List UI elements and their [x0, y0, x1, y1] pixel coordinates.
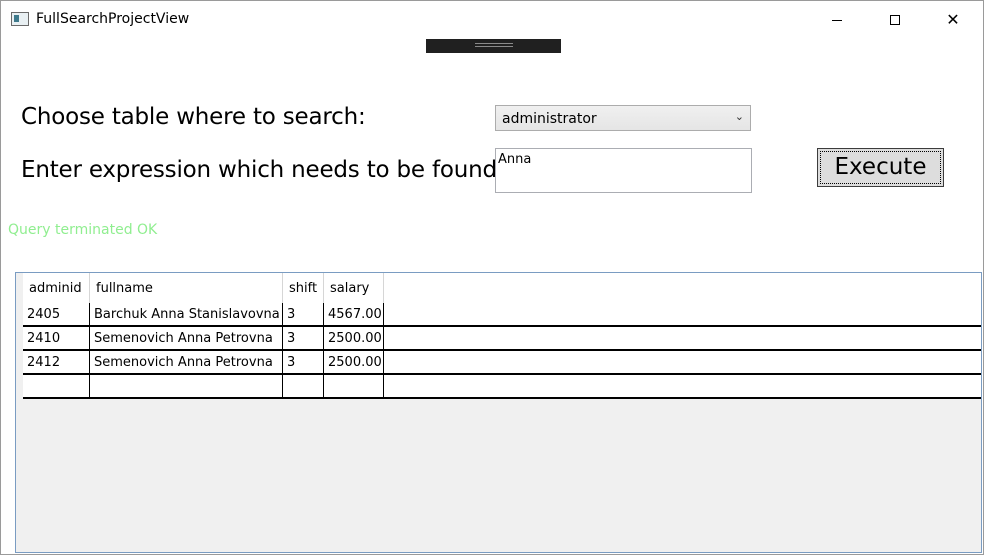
cell-shift[interactable]: 3 [283, 351, 324, 373]
close-icon: ✕ [946, 10, 960, 29]
table-row[interactable]: 2412 Semenovich Anna Petrovna 3 2500.00 [23, 351, 981, 375]
chevron-down-icon: ⌄ [734, 110, 744, 123]
cell-shift[interactable]: 3 [283, 327, 324, 349]
debug-toolbar-handle[interactable] [426, 39, 561, 53]
cell-fullname[interactable]: Semenovich Anna Petrovna [90, 351, 283, 373]
cell-adminid[interactable]: 2405 [23, 303, 90, 325]
column-header-fullname[interactable]: fullname [90, 273, 283, 303]
maximize-button[interactable] [872, 1, 918, 39]
column-header-shift[interactable]: shift [283, 273, 324, 303]
cell-shift[interactable] [283, 375, 324, 397]
cell-filler [384, 375, 981, 397]
table-select-value: administrator [502, 111, 597, 127]
expression-input-value: Anna [498, 152, 532, 167]
column-header-salary[interactable]: salary [324, 273, 384, 303]
cell-filler [384, 303, 981, 325]
table-row[interactable]: 2405 Barchuk Anna Stanislavovna 3 4567.0… [23, 303, 981, 327]
cell-fullname[interactable]: Barchuk Anna Stanislavovna [90, 303, 283, 325]
expression-label: Enter expression which needs to be found… [21, 157, 505, 183]
cell-fullname[interactable]: Semenovich Anna Petrovna [90, 327, 283, 349]
cell-adminid[interactable] [23, 375, 90, 397]
cell-shift[interactable]: 3 [283, 303, 324, 325]
cell-fullname[interactable] [90, 375, 283, 397]
new-row-placeholder[interactable] [23, 375, 981, 399]
grid-header: adminid fullname shift salary [23, 273, 981, 303]
maximize-icon [890, 15, 900, 25]
close-button[interactable]: ✕ [930, 1, 976, 39]
cell-filler [384, 327, 981, 349]
table-row[interactable]: 2410 Semenovich Anna Petrovna 3 2500.00 [23, 327, 981, 351]
main-window: FullSearchProjectView ✕ Choose table whe… [0, 0, 984, 555]
window-title: FullSearchProjectView [36, 11, 190, 27]
cell-salary[interactable]: 2500.00 [324, 351, 384, 373]
cell-salary[interactable] [324, 375, 384, 397]
cell-adminid[interactable]: 2410 [23, 327, 90, 349]
title-bar[interactable]: FullSearchProjectView ✕ [1, 1, 983, 39]
table-select-label: Choose table where to search: [21, 104, 366, 130]
minimize-icon [832, 19, 842, 21]
minimize-button[interactable] [814, 1, 860, 39]
app-window-icon [11, 12, 29, 26]
table-select-dropdown[interactable]: administrator ⌄ [495, 105, 751, 131]
execute-button[interactable]: Execute [817, 148, 944, 187]
cell-salary[interactable]: 4567.00 [324, 303, 384, 325]
expression-input[interactable]: Anna [495, 148, 752, 193]
column-header-adminid[interactable]: adminid [23, 273, 90, 303]
status-message: Query terminated OK [8, 222, 158, 238]
cell-adminid[interactable]: 2412 [23, 351, 90, 373]
cell-filler [384, 351, 981, 373]
results-data-grid[interactable]: adminid fullname shift salary 2405 Barch… [15, 272, 982, 553]
cell-salary[interactable]: 2500.00 [324, 327, 384, 349]
execute-button-label: Execute [834, 154, 927, 180]
